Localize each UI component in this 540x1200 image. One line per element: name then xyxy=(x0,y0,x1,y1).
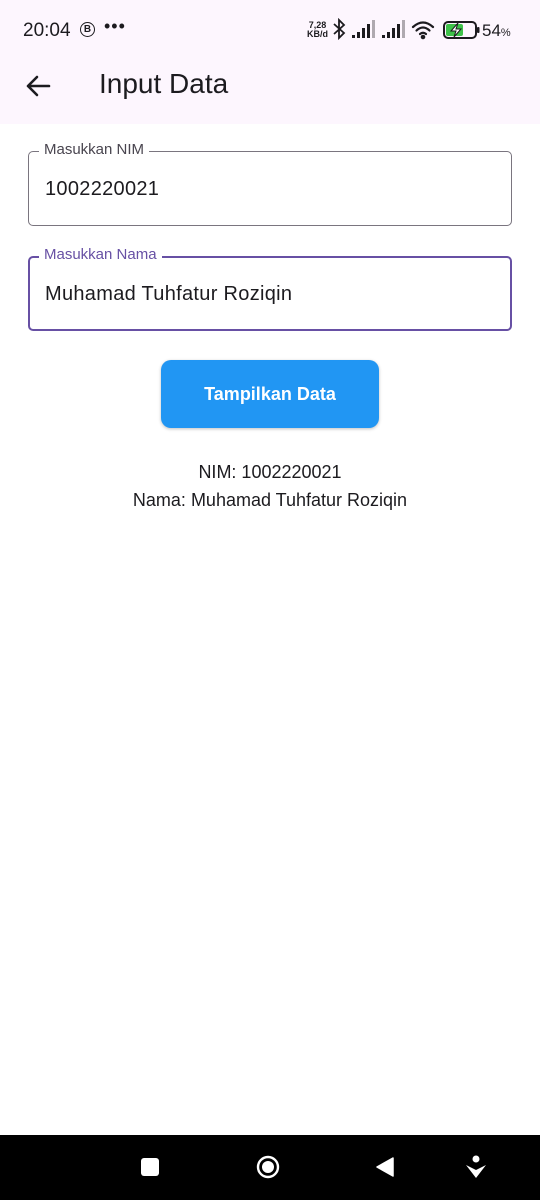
battery-percent: 54% xyxy=(482,21,511,41)
nim-field-label: Masukkan NIM xyxy=(39,141,150,159)
network-speed-unit: KB/d xyxy=(307,29,328,39)
assistant-down-icon[interactable] xyxy=(464,1154,488,1180)
home-circle-icon[interactable] xyxy=(256,1155,280,1179)
recents-square-icon[interactable] xyxy=(141,1158,159,1176)
nama-field[interactable]: Masukkan Nama Muhamad Tuhfatur Roziqin xyxy=(28,246,512,331)
status-icons xyxy=(333,18,480,41)
battery-percent-value: 54 xyxy=(482,21,501,40)
more-notifications-icon: ••• xyxy=(104,16,126,36)
wifi-icon xyxy=(411,21,435,40)
signal-icon-2 xyxy=(382,20,405,38)
tampilkan-data-button[interactable]: Tampilkan Data xyxy=(161,360,379,428)
status-time: 20:04 xyxy=(23,20,71,41)
result-nama: Nama: Muhamad Tuhfatur Roziqin xyxy=(132,490,408,510)
nama-field-label: Masukkan Nama xyxy=(39,246,162,264)
nim-field-value[interactable]: 1002220021 xyxy=(45,176,159,202)
nim-field[interactable]: Masukkan NIM 1002220021 xyxy=(28,141,512,226)
arrow-left-icon[interactable] xyxy=(24,72,52,100)
network-speed: 7,28 KB/d xyxy=(307,21,328,39)
bluetooth-icon xyxy=(333,18,346,41)
page-title: Input Data xyxy=(99,68,229,99)
back-triangle-icon[interactable] xyxy=(374,1156,396,1178)
signal-icon-1 xyxy=(352,20,375,38)
result-nim: NIM: 1002220021 xyxy=(198,462,342,482)
b-badge-icon: B xyxy=(80,22,95,37)
nama-field-value[interactable]: Muhamad Tuhfatur Roziqin xyxy=(45,281,292,307)
result-output: NIM: 1002220021 Nama: Muhamad Tuhfatur R… xyxy=(0,458,540,514)
navigation-bar xyxy=(0,1135,540,1200)
battery-percent-sign: % xyxy=(500,27,511,39)
battery-icon xyxy=(443,21,480,39)
app-bar: Input Data xyxy=(0,62,540,124)
status-bar: 20:04 B ••• 7,28 KB/d 54% xyxy=(0,0,540,62)
